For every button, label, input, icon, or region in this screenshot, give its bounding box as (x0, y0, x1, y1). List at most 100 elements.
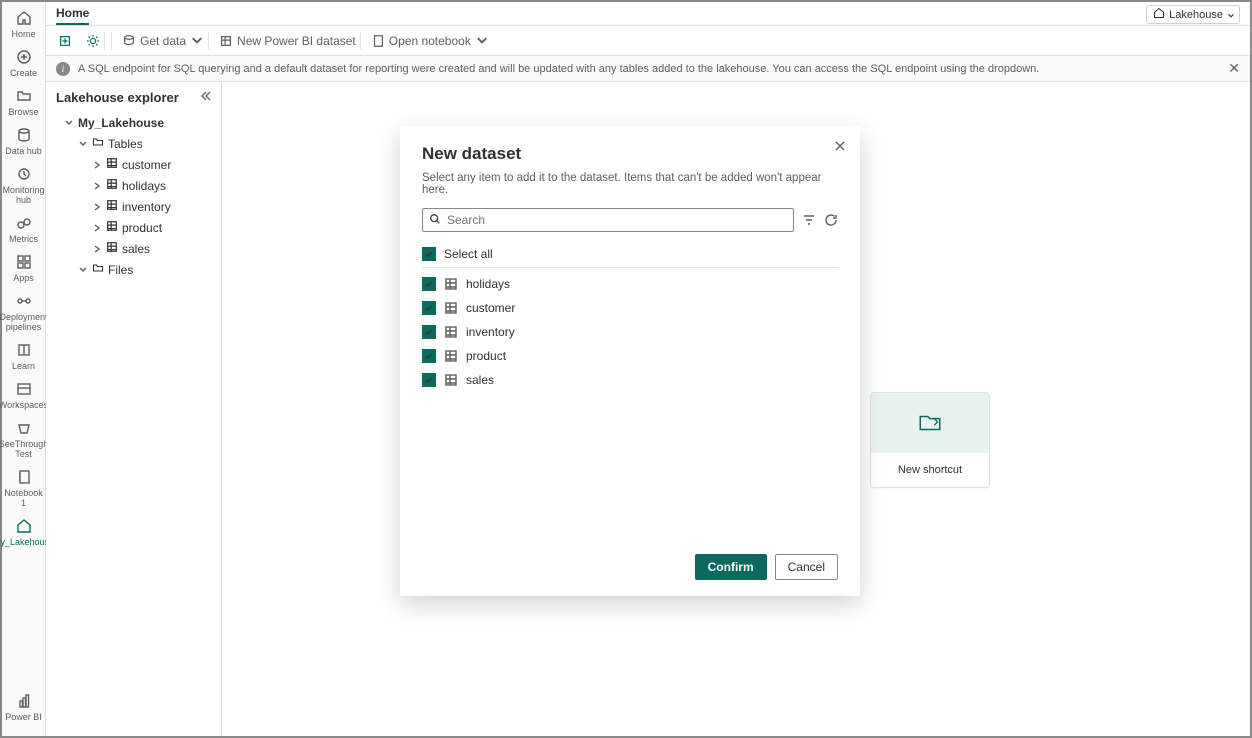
rail-my-lakehouse[interactable]: My_Lakehouse (2, 514, 46, 553)
pipeline-icon (16, 293, 32, 309)
tree-table-item[interactable]: customer (46, 154, 221, 175)
rail-monitoring-hub[interactable]: Monitoring hub (2, 162, 46, 211)
rail-label: SeeThrough Test (0, 439, 48, 459)
rail-learn[interactable]: Learn (2, 338, 46, 377)
table-icon (106, 178, 118, 193)
rail-apps[interactable]: Apps (2, 250, 46, 289)
table-icon (106, 199, 118, 214)
rail-label: Power BI (5, 712, 42, 722)
apps-icon (16, 254, 32, 270)
tree-tables-label: Tables (108, 137, 143, 151)
modal-item-row[interactable]: customer (422, 296, 838, 320)
rail-label: Metrics (9, 234, 38, 244)
tree-files-label: Files (108, 263, 133, 277)
new-item-button[interactable] (54, 32, 76, 50)
cancel-button[interactable]: Cancel (775, 554, 838, 580)
tree-table-item[interactable]: sales (46, 238, 221, 259)
settings-button[interactable] (82, 32, 105, 50)
tree-table-label: inventory (122, 200, 171, 214)
new-shortcut-card[interactable]: New shortcut (870, 392, 990, 488)
rail-notebook-1[interactable]: Notebook 1 (2, 465, 46, 514)
filter-button[interactable] (802, 213, 816, 227)
rail-browse[interactable]: Browse (2, 84, 46, 123)
monitor-icon (16, 166, 32, 182)
left-nav-rail: Home Create Browse Data hub Monitoring h… (2, 2, 46, 736)
info-icon: i (56, 62, 70, 76)
workspaces-icon (16, 381, 32, 397)
tree-root-label: My_Lakehouse (78, 116, 164, 130)
tree-table-label: sales (122, 242, 150, 256)
tree-table-item[interactable]: product (46, 217, 221, 238)
table-icon (444, 325, 458, 339)
book-icon (16, 342, 32, 358)
view-switcher[interactable]: Lakehouse (1146, 5, 1240, 24)
open-notebook-button[interactable]: Open notebook (367, 32, 493, 50)
rail-workspaces[interactable]: Workspaces (2, 377, 46, 416)
lakehouse-explorer: Lakehouse explorer My_Lakehouse Tables c… (46, 82, 222, 736)
chevron-down-icon (78, 265, 88, 275)
modal-item-row[interactable]: inventory (422, 320, 838, 344)
table-icon (106, 157, 118, 172)
chevron-right-icon (92, 160, 102, 170)
search-input-wrapper[interactable] (422, 208, 794, 232)
modal-item-label: customer (466, 301, 515, 315)
new-dataset-modal: New dataset Select any item to add it to… (400, 126, 860, 596)
modal-item-row[interactable]: sales (422, 368, 838, 392)
info-close-button[interactable]: ✕ (1228, 60, 1240, 77)
checkbox-checked[interactable] (422, 373, 436, 387)
rail-label: Deployment pipelines (0, 312, 48, 332)
power-bi-icon (16, 693, 32, 709)
collapse-panel-button[interactable] (199, 90, 211, 105)
table-icon (106, 220, 118, 235)
tree-table-item[interactable]: inventory (46, 196, 221, 217)
select-all-label: Select all (444, 247, 493, 261)
rail-create[interactable]: Create (2, 45, 46, 84)
get-data-label: Get data (140, 34, 186, 48)
toolbar: Get data New Power BI dataset Open noteb… (46, 26, 1250, 56)
rail-seethrough-test[interactable]: SeeThrough Test (2, 416, 46, 465)
explorer-header: Lakehouse explorer (46, 82, 221, 113)
rail-deployment-pipelines[interactable]: Deployment pipelines (2, 289, 46, 338)
table-icon (106, 241, 118, 256)
chevron-down-icon (475, 34, 489, 48)
checkbox-checked[interactable] (422, 301, 436, 315)
rail-label: Apps (13, 273, 34, 283)
chevron-down-icon (190, 34, 204, 48)
rail-metrics[interactable]: Metrics (2, 211, 46, 250)
search-input[interactable] (447, 213, 787, 227)
modal-item-row[interactable]: product (422, 344, 838, 368)
lakehouse-icon (1153, 7, 1165, 22)
tree-tables[interactable]: Tables (46, 133, 221, 154)
home-icon (16, 10, 32, 26)
confirm-button[interactable]: Confirm (695, 554, 767, 580)
refresh-button[interactable] (824, 213, 838, 227)
rail-data-hub[interactable]: Data hub (2, 123, 46, 162)
checkbox-checked[interactable] (422, 349, 436, 363)
modal-close-button[interactable] (834, 140, 846, 155)
rail-label: Home (11, 29, 35, 39)
tree-files[interactable]: Files (46, 259, 221, 280)
select-all-row[interactable]: Select all (422, 242, 838, 268)
chevron-down-icon (1227, 11, 1235, 23)
info-message: A SQL endpoint for SQL querying and a de… (78, 63, 1039, 75)
table-icon (444, 277, 458, 291)
tree-table-item[interactable]: holidays (46, 175, 221, 196)
tree-table-label: holidays (122, 179, 166, 193)
top-bar: Home (46, 2, 1250, 26)
new-dataset-button[interactable]: New Power BI dataset (215, 32, 361, 50)
table-icon (444, 301, 458, 315)
tree-root[interactable]: My_Lakehouse (46, 113, 221, 133)
plus-circle-icon (16, 49, 32, 65)
rail-home[interactable]: Home (2, 6, 46, 45)
checkbox-checked[interactable] (422, 247, 436, 261)
get-data-button[interactable]: Get data (118, 32, 209, 50)
checkbox-checked[interactable] (422, 325, 436, 339)
checkbox-checked[interactable] (422, 277, 436, 291)
modal-item-label: holidays (466, 277, 510, 291)
modal-item-row[interactable]: holidays (422, 272, 838, 296)
rail-power-bi[interactable]: Power BI (2, 689, 46, 728)
search-icon (429, 213, 441, 228)
modal-item-label: sales (466, 373, 494, 387)
chevron-down-icon (78, 139, 88, 149)
explorer-tree: My_Lakehouse Tables customer holidays inve… (46, 113, 221, 280)
